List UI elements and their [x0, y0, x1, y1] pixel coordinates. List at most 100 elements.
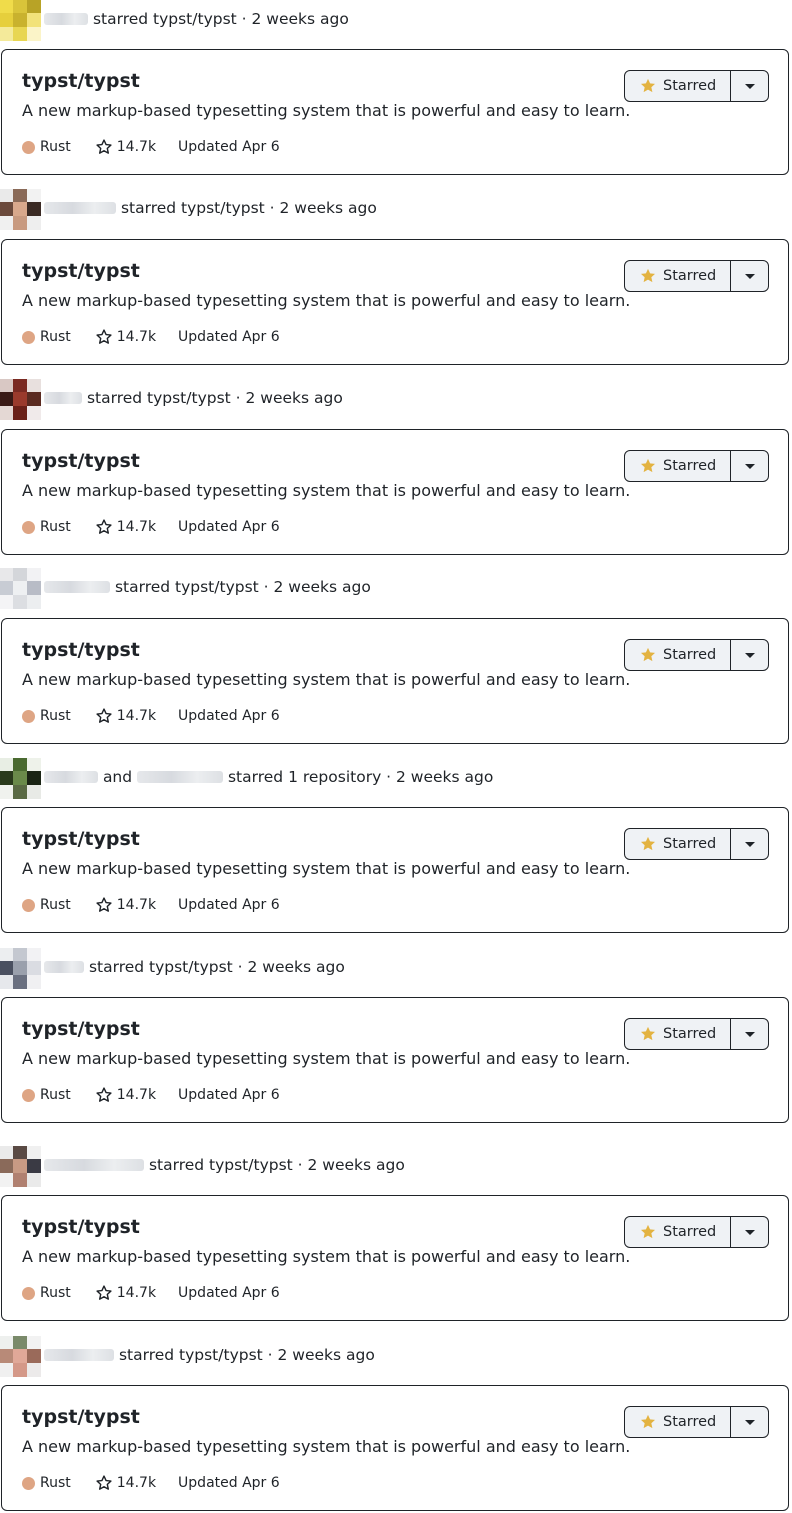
username-redacted[interactable] — [44, 1159, 144, 1171]
repo-name-link[interactable]: typst/typst — [22, 1018, 140, 1040]
repo-meta: Rust 14.7k Updated Apr 6 — [22, 518, 280, 536]
repo-name-link[interactable]: typst/typst — [22, 828, 140, 850]
star-list-dropdown-button[interactable] — [731, 1407, 768, 1437]
repo-stars-link[interactable]: 14.7k — [95, 896, 156, 914]
repo-language: Rust — [40, 519, 71, 535]
username-redacted[interactable] — [44, 961, 84, 973]
repo-stars-link[interactable]: 14.7k — [95, 1086, 156, 1104]
starred-button[interactable]: Starred — [625, 1407, 731, 1437]
repo-stars-link[interactable]: 14.7k — [95, 1284, 156, 1302]
repo-stars-link[interactable]: 14.7k — [95, 707, 156, 725]
avatar[interactable] — [0, 0, 41, 41]
starred-button[interactable]: Starred — [625, 1019, 731, 1049]
repo-description: A new markup-based typesetting system th… — [22, 859, 631, 878]
language-color-dot — [22, 330, 35, 344]
repo-language: Rust — [40, 139, 71, 155]
username-redacted[interactable] — [44, 1349, 114, 1361]
star-list-dropdown-button[interactable] — [731, 829, 768, 859]
username-redacted[interactable] — [44, 392, 82, 404]
repo-updated: Updated Apr 6 — [178, 1087, 280, 1103]
avatar[interactable] — [0, 379, 41, 420]
starred-button[interactable]: Starred — [625, 451, 731, 481]
repo-name-link[interactable]: typst/typst — [22, 1406, 140, 1428]
repo-card: typst/typst A new markup-based typesettin… — [1, 239, 789, 365]
language-color-dot — [22, 520, 35, 534]
starred-button[interactable]: Starred — [625, 71, 731, 101]
starred-button[interactable]: Starred — [625, 261, 731, 291]
repo-card: typst/typst A new markup-based typesettin… — [1, 49, 789, 175]
activity-header: and starred 1 repository · 2 weeks ago — [0, 758, 792, 799]
activity-text: starred typst/typst · 2 weeks ago — [88, 958, 345, 976]
star-list-dropdown-button[interactable] — [731, 261, 768, 291]
avatar[interactable] — [0, 189, 41, 230]
repo-language: Rust — [40, 1475, 71, 1491]
repo-stars-link[interactable]: 14.7k — [95, 328, 156, 346]
repo-name-link[interactable]: typst/typst — [22, 260, 140, 282]
starred-button-group: Starred — [624, 1406, 769, 1438]
starred-button-label: Starred — [663, 1224, 717, 1240]
username-redacted[interactable] — [44, 581, 110, 593]
activity-header: starred typst/typst · 2 weeks ago — [0, 189, 792, 230]
star-list-dropdown-button[interactable] — [731, 1019, 768, 1049]
activity-conjunction: and — [102, 768, 133, 786]
feed-entry: starred typst/typst · 2 weeks ago typst/t… — [0, 379, 792, 555]
starred-button-label: Starred — [663, 836, 717, 852]
activity-header: starred typst/typst · 2 weeks ago — [0, 568, 792, 609]
repo-meta: Rust 14.7k Updated Apr 6 — [22, 1284, 280, 1302]
star-filled-icon — [640, 1026, 656, 1041]
repo-language: Rust — [40, 1285, 71, 1301]
repo-updated: Updated Apr 6 — [178, 139, 280, 155]
caret-down-icon — [744, 652, 755, 658]
username-redacted[interactable] — [44, 13, 88, 25]
username-redacted[interactable] — [44, 771, 98, 783]
star-filled-icon — [640, 836, 656, 851]
language-color-dot — [22, 898, 35, 912]
star-list-dropdown-button[interactable] — [731, 451, 768, 481]
starred-button-label: Starred — [663, 458, 717, 474]
repo-card: typst/typst A new markup-based typesettin… — [1, 807, 789, 933]
activity-header: starred typst/typst · 2 weeks ago — [0, 948, 792, 989]
feed-entry: starred typst/typst · 2 weeks ago typst/t… — [0, 189, 792, 365]
starred-button-label: Starred — [663, 647, 717, 663]
repo-stars-link[interactable]: 14.7k — [95, 138, 156, 156]
star-list-dropdown-button[interactable] — [731, 1217, 768, 1247]
activity-text: starred typst/typst · 2 weeks ago — [148, 1156, 405, 1174]
star-outline-icon — [96, 329, 112, 344]
star-count: 14.7k — [116, 708, 157, 724]
star-list-dropdown-button[interactable] — [731, 71, 768, 101]
avatar[interactable] — [0, 1146, 41, 1187]
starred-button[interactable]: Starred — [625, 640, 731, 670]
star-outline-icon — [96, 139, 112, 154]
starred-button[interactable]: Starred — [625, 829, 731, 859]
caret-down-icon — [744, 1031, 755, 1037]
avatar[interactable] — [0, 948, 41, 989]
repo-card: typst/typst A new markup-based typesettin… — [1, 1385, 789, 1511]
repo-name-link[interactable]: typst/typst — [22, 1216, 140, 1238]
language-color-dot — [22, 709, 35, 723]
repo-name-link[interactable]: typst/typst — [22, 70, 140, 92]
avatar[interactable] — [0, 1336, 41, 1377]
star-count: 14.7k — [116, 1285, 157, 1301]
repo-stars-link[interactable]: 14.7k — [95, 518, 156, 536]
activity-header: starred typst/typst · 2 weeks ago — [0, 0, 792, 41]
username-redacted[interactable] — [137, 771, 224, 783]
activity-text: starred typst/typst · 2 weeks ago — [114, 578, 371, 596]
activity-header: starred typst/typst · 2 weeks ago — [0, 379, 792, 420]
activity-text: starred 1 repository · 2 weeks ago — [227, 768, 494, 786]
avatar[interactable] — [0, 568, 41, 609]
repo-updated: Updated Apr 6 — [178, 897, 280, 913]
repo-updated: Updated Apr 6 — [178, 1285, 280, 1301]
starred-button-group: Starred — [624, 70, 769, 102]
star-count: 14.7k — [116, 897, 157, 913]
username-redacted[interactable] — [44, 202, 116, 214]
feed-entry: and starred 1 repository · 2 weeks ago ty… — [0, 758, 792, 933]
star-outline-icon — [96, 1285, 112, 1300]
avatar[interactable] — [0, 758, 41, 799]
repo-stars-link[interactable]: 14.7k — [95, 1474, 156, 1492]
repo-name-link[interactable]: typst/typst — [22, 450, 140, 472]
repo-name-link[interactable]: typst/typst — [22, 639, 140, 661]
star-list-dropdown-button[interactable] — [731, 640, 768, 670]
star-outline-icon — [96, 897, 112, 912]
starred-button[interactable]: Starred — [625, 1217, 731, 1247]
starred-button-group: Starred — [624, 260, 769, 292]
